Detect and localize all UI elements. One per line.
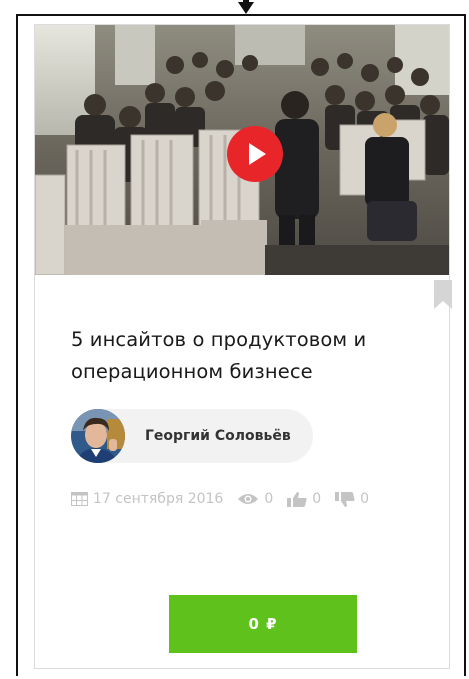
thumbs-up-icon xyxy=(287,491,307,507)
meta-date: 17 сентября 2016 xyxy=(71,491,223,507)
meta-dislikes-count: 0 xyxy=(360,491,370,507)
meta-views-count: 0 xyxy=(264,491,274,507)
meta-likes-count: 0 xyxy=(312,491,322,507)
play-button[interactable] xyxy=(227,126,283,182)
course-card[interactable]: 5 инсайтов о продуктовом и операционном … xyxy=(34,24,452,669)
meta-dislikes[interactable]: 0 xyxy=(335,491,369,507)
thumbs-down-icon xyxy=(335,491,355,507)
author-name: Георгий Соловьёв xyxy=(145,428,291,444)
pointer-arrow xyxy=(238,2,254,14)
eye-icon xyxy=(238,494,259,504)
meta-views: 0 xyxy=(237,491,273,507)
buy-button[interactable]: 0 ₽ xyxy=(169,595,357,653)
card-frame: 5 инсайтов о продуктовом и операционном … xyxy=(16,14,466,676)
meta-likes[interactable]: 0 xyxy=(287,491,321,507)
video-thumbnail[interactable] xyxy=(35,25,449,275)
calendar-icon xyxy=(71,492,88,506)
course-meta: 17 сентября 2016 0 0 0 xyxy=(71,491,369,507)
course-title[interactable]: 5 инсайтов о продуктовом и операционном … xyxy=(71,324,447,388)
bookmark-icon[interactable] xyxy=(432,280,454,310)
author-chip[interactable]: Георгий Соловьёв xyxy=(71,409,313,463)
meta-date-text: 17 сентября 2016 xyxy=(93,491,224,507)
author-avatar xyxy=(71,409,125,463)
